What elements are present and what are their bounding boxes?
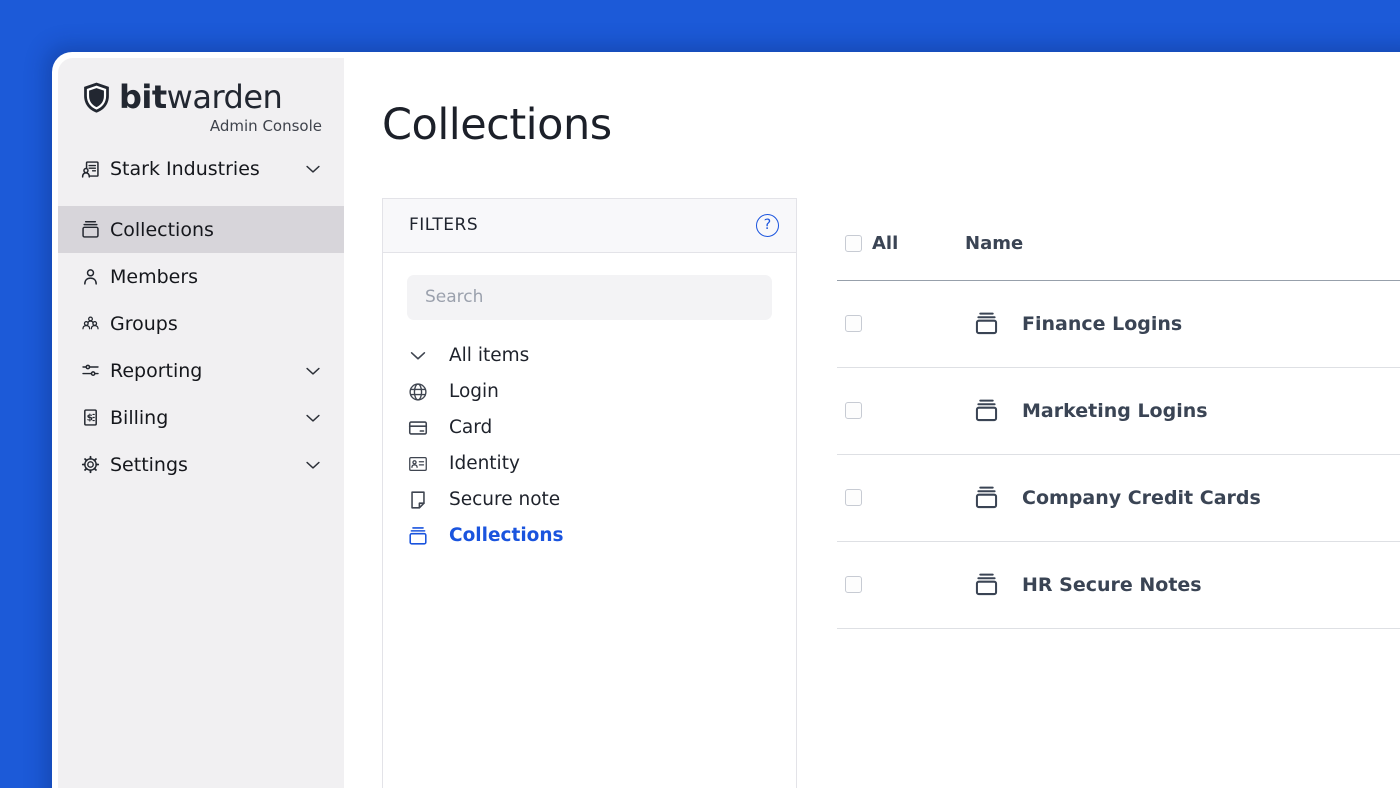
filter-item-label: Secure note: [449, 489, 560, 510]
select-all-label: All: [872, 233, 898, 254]
sidebar-item-label: Reporting: [110, 360, 202, 382]
collection-name-link[interactable]: Company Credit Cards: [1022, 487, 1261, 509]
sidebar-item-label: Members: [110, 266, 198, 288]
table-row[interactable]: HR Secure Notes: [837, 542, 1400, 629]
table-row[interactable]: Company Credit Cards: [837, 455, 1400, 542]
table-row[interactable]: Marketing Logins: [837, 368, 1400, 455]
sidebar-item-billing[interactable]: $ Billing: [58, 394, 344, 441]
search-input[interactable]: [407, 275, 772, 320]
billing-icon: $: [80, 407, 101, 428]
filter-item-label: Identity: [449, 453, 520, 474]
sidebar-item-settings[interactable]: Settings: [58, 441, 344, 488]
sidebar-item-label: Collections: [110, 219, 214, 241]
shield-logo-icon: [80, 81, 113, 114]
sidebar-nav: Collections Members: [58, 206, 344, 488]
logo-wordmark: bitwarden: [119, 78, 282, 116]
filter-item-label: All items: [449, 345, 529, 366]
filter-item-label: Collections: [449, 525, 564, 546]
globe-icon: [407, 381, 429, 403]
collection-name-link[interactable]: Finance Logins: [1022, 313, 1182, 335]
main-content: Collections FILTERS ? All items: [344, 52, 1400, 788]
organization-name: Stark Industries: [110, 158, 260, 180]
page-title: Collections: [382, 52, 1400, 152]
filters-header: FILTERS ?: [383, 199, 796, 253]
chevron-down-icon: [302, 158, 324, 180]
identity-icon: [407, 453, 429, 475]
filter-item-label: Card: [449, 417, 492, 438]
card-icon: [407, 417, 429, 439]
table-header-row: All Name: [837, 208, 1400, 281]
sidebar-item-members[interactable]: Members: [58, 253, 344, 300]
organization-icon: [80, 159, 101, 180]
filter-item-secure-note[interactable]: Secure note: [407, 482, 772, 518]
name-column-header: Name: [965, 233, 1023, 254]
gear-icon: [80, 454, 101, 475]
filter-item-card[interactable]: Card: [407, 410, 772, 446]
sidebar-item-groups[interactable]: Groups: [58, 300, 344, 347]
filter-item-label: Login: [449, 381, 499, 402]
sliders-icon: [80, 360, 101, 381]
collection-icon: [973, 484, 1000, 511]
collections-table: All Name Finance Logins Marke: [837, 208, 1400, 788]
app-window: bitwarden Admin Console Stark Industries: [52, 52, 1400, 788]
row-checkbox[interactable]: [845, 402, 862, 419]
row-checkbox[interactable]: [845, 489, 862, 506]
filter-list: All items Login: [407, 338, 772, 554]
filters-panel: FILTERS ? All items: [382, 198, 797, 788]
svg-text:$: $: [87, 413, 93, 424]
note-icon: [407, 489, 429, 511]
collection-icon: [973, 310, 1000, 337]
sidebar-item-label: Billing: [110, 407, 168, 429]
collection-icon: [80, 219, 101, 240]
sidebar-item-label: Settings: [110, 454, 188, 476]
chevron-down-icon: [302, 454, 324, 476]
chevron-down-icon: [302, 360, 324, 382]
sidebar: bitwarden Admin Console Stark Industries: [58, 58, 344, 788]
bitwarden-logo: bitwarden Admin Console: [58, 58, 344, 135]
chevron-down-icon: [302, 407, 324, 429]
filters-title: FILTERS: [409, 215, 478, 235]
filter-item-collections[interactable]: Collections: [407, 518, 772, 554]
user-icon: [80, 266, 101, 287]
organization-switcher[interactable]: Stark Industries: [58, 148, 344, 190]
help-icon[interactable]: ?: [756, 214, 779, 237]
filter-item-identity[interactable]: Identity: [407, 446, 772, 482]
collection-icon: [973, 397, 1000, 424]
collection-icon: [407, 525, 429, 547]
chevron-down-icon: [407, 345, 429, 367]
sidebar-item-label: Groups: [110, 313, 178, 335]
table-row[interactable]: Finance Logins: [837, 281, 1400, 368]
users-icon: [80, 313, 101, 334]
row-checkbox[interactable]: [845, 576, 862, 593]
logo-subtitle: Admin Console: [80, 117, 322, 135]
collection-name-link[interactable]: Marketing Logins: [1022, 400, 1208, 422]
collection-icon: [973, 571, 1000, 598]
collection-name-link[interactable]: HR Secure Notes: [1022, 574, 1202, 596]
select-all-checkbox[interactable]: [845, 235, 862, 252]
filter-item-all-items[interactable]: All items: [407, 338, 772, 374]
sidebar-item-collections[interactable]: Collections: [58, 206, 344, 253]
filter-item-login[interactable]: Login: [407, 374, 772, 410]
sidebar-item-reporting[interactable]: Reporting: [58, 347, 344, 394]
row-checkbox[interactable]: [845, 315, 862, 332]
